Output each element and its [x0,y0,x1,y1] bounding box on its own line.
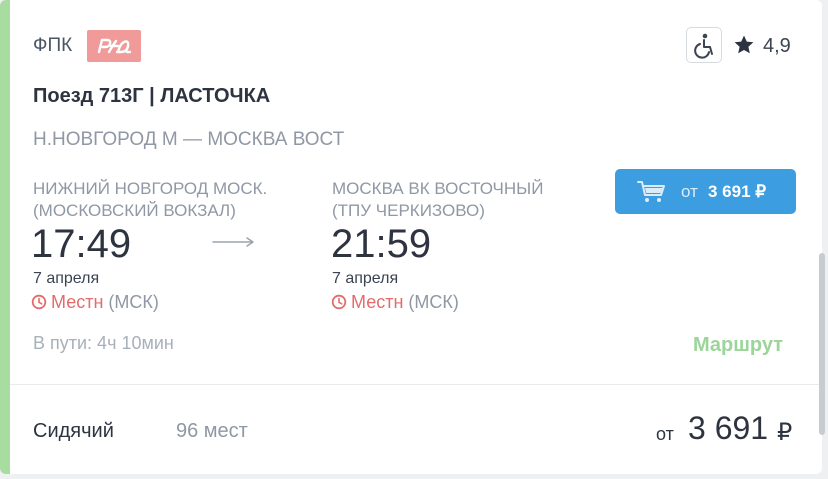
arrival-station-name: МОСКВА ВК ВОСТОЧНЫЙ [332,179,544,198]
departure-tz-local: Местн [51,292,104,312]
buy-price: 3 691 ₽ [708,182,767,201]
fare-price: 3 691 [688,410,769,446]
arrival-tz-zone: (МСК) [408,292,459,312]
seat-class: Сидячий [33,420,114,442]
arrival-timezone: Местн (МСК) [331,291,459,313]
wheelchair-badge [686,27,722,63]
fare-price-prefix: от [656,424,674,444]
departure-date: 7 апреля [33,270,100,287]
departure-time: 17:49 [31,222,132,266]
carrier-name: ФПК [33,35,73,56]
train-card[interactable]: ФПК 4,9 Поезд 713Г | ЛАСТОЧКА Н.НОВГОРОД… [0,0,822,474]
departure-station: НИЖНИЙ НОВГОРОД МОСК. (МОСКОВСКИЙ ВОКЗАЛ… [33,178,323,222]
cart-icon [637,181,665,202]
rating-value: 4,9 [763,35,791,57]
arrival-date: 7 апреля [332,270,399,287]
clock-icon [331,294,347,310]
star-icon [734,35,754,54]
divider [10,384,822,385]
buy-price-prefix: от [681,182,698,201]
departure-tz-zone: (МСК) [108,292,159,312]
route-link[interactable]: Маршрут [693,334,783,357]
arrival-station-detail: (ТПУ ЧЕРКИЗОВО) [332,201,485,220]
arrow-right-icon [212,237,254,247]
route-summary: Н.НОВГОРОД М — МОСКВА ВОСТ [33,129,345,150]
rzd-logo-mark [97,38,132,54]
scrollbar[interactable] [819,253,825,435]
trip-duration: В пути: 4ч 10мин [33,333,174,353]
departure-station-detail: (МОСКОВСКИЙ ВОКЗАЛ) [33,201,236,220]
seats-available: 96 мест [176,420,248,442]
arrival-tz-local: Местн [351,292,404,312]
clock-icon [31,294,47,310]
buy-ticket-button[interactable]: от 3 691 ₽ [615,169,796,214]
wheelchair-icon [694,33,713,59]
fare-currency: ₽ [777,419,793,446]
arrival-time: 21:59 [331,222,432,266]
departure-station-name: НИЖНИЙ НОВГОРОД МОСК. [33,179,268,198]
card-accent-bar [0,0,10,474]
departure-timezone: Местн (МСК) [31,291,159,313]
rzd-logo [87,30,141,62]
train-title: Поезд 713Г | ЛАСТОЧКА [33,85,271,107]
arrival-station: МОСКВА ВК ВОСТОЧНЫЙ (ТПУ ЧЕРКИЗОВО) [332,178,622,222]
